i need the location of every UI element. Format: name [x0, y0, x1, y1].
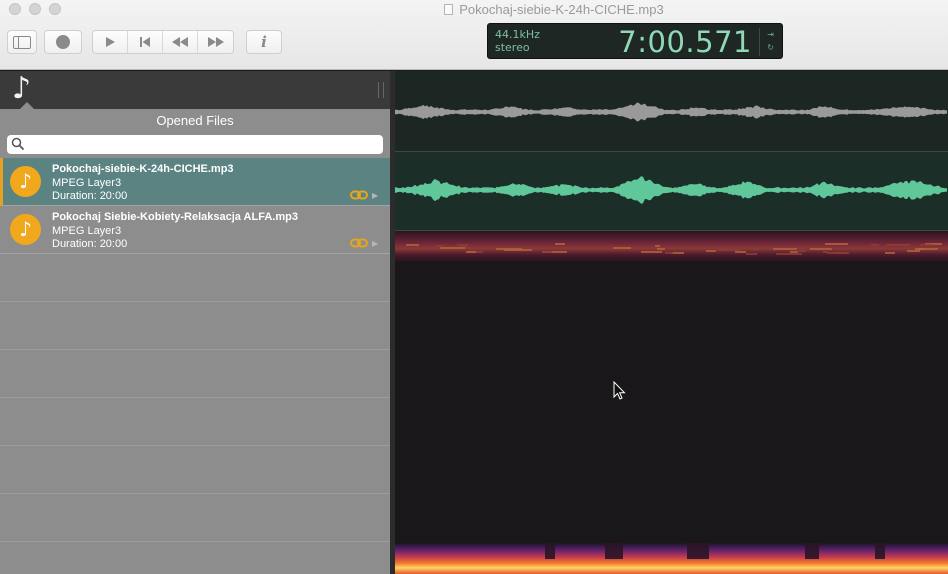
sample-rate-label: 44.1kHz [495, 28, 540, 41]
sidebar-toggle-button[interactable] [7, 30, 37, 54]
transport-controls [92, 30, 234, 54]
sidebar-heading: Opened Files [156, 113, 234, 128]
search-icon [11, 137, 25, 151]
record-icon [56, 35, 70, 49]
document-icon [444, 4, 454, 15]
file-name: Pokochaj-siebie-K-24h-CICHE.mp3 [52, 163, 234, 175]
file-duration: Duration: 20:00 [52, 238, 128, 250]
empty-list-row [0, 446, 390, 494]
spectrogram-high-band [395, 231, 948, 263]
time-display: 44.1kHz stereo 7:00.571 ⇥ ↻ [487, 23, 783, 59]
search-input[interactable] [29, 136, 377, 153]
file-list: ♪ Pokochaj-siebie-K-24h-CICHE.mp3 MPEG L… [0, 158, 390, 542]
info-button[interactable]: i [246, 30, 282, 54]
empty-list-row [0, 398, 390, 446]
play-button[interactable] [93, 31, 128, 53]
play-icon [106, 37, 115, 47]
mouse-cursor-icon [613, 381, 626, 400]
file-type: MPEG Layer3 [52, 225, 122, 237]
file-duration: Duration: 20:00 [52, 190, 128, 202]
playback-time: 7:00.571 [618, 25, 752, 59]
empty-list-row [0, 350, 390, 398]
record-button[interactable] [44, 30, 82, 54]
rewind-button[interactable] [163, 31, 198, 53]
toolbar: Pokochaj-siebie-K-24h-CICHE.mp3 i 44.1kH… [0, 0, 948, 70]
link-icon[interactable] [350, 238, 368, 248]
sidebar: ♪ Opened Files ♪ Pokochaj-siebie-K-24h-C… [0, 71, 390, 574]
link-icon[interactable] [350, 190, 368, 200]
audio-viewer [395, 71, 948, 574]
waveform-view[interactable] [395, 71, 948, 231]
empty-list-row [0, 494, 390, 542]
audio-file-icon: ♪ [10, 214, 41, 245]
file-list-item[interactable]: ♪ Pokochaj-siebie-K-24h-CICHE.mp3 MPEG L… [0, 158, 390, 206]
info-icon: i [261, 33, 267, 51]
skip-to-start-button[interactable] [128, 31, 163, 53]
search-box [7, 135, 383, 154]
music-note-icon[interactable]: ♪ [12, 73, 31, 105]
channels-label: stereo [495, 41, 530, 54]
spectrogram-low-band [395, 543, 948, 574]
file-type: MPEG Layer3 [52, 177, 122, 189]
spectrogram-view[interactable] [395, 231, 948, 574]
file-list-item[interactable]: ♪ Pokochaj Siebie-Kobiety-Relaksacja ALF… [0, 206, 390, 254]
disclosure-arrow-icon[interactable]: ▶ [372, 191, 378, 200]
disclosure-arrow-icon[interactable]: ▶ [372, 239, 378, 248]
sidebar-tab-bar: ♪ [0, 71, 390, 109]
fast-forward-icon [207, 37, 224, 47]
loop-mode-icon[interactable]: ⇥ [767, 30, 774, 39]
rewind-icon [172, 37, 188, 47]
sidebar-icon [13, 35, 31, 49]
repeat-icon[interactable]: ↻ [767, 43, 774, 52]
empty-list-row [0, 254, 390, 302]
window-title: Pokochaj-siebie-K-24h-CICHE.mp3 [0, 2, 948, 17]
file-name: Pokochaj Siebie-Kobiety-Relaksacja ALFA.… [52, 211, 298, 223]
fast-forward-button[interactable] [198, 31, 233, 53]
empty-list-row [0, 302, 390, 350]
window-title-text: Pokochaj-siebie-K-24h-CICHE.mp3 [459, 2, 664, 17]
audio-file-icon: ♪ [10, 166, 41, 197]
skip-back-icon [140, 37, 150, 47]
resize-grip[interactable] [378, 82, 384, 98]
